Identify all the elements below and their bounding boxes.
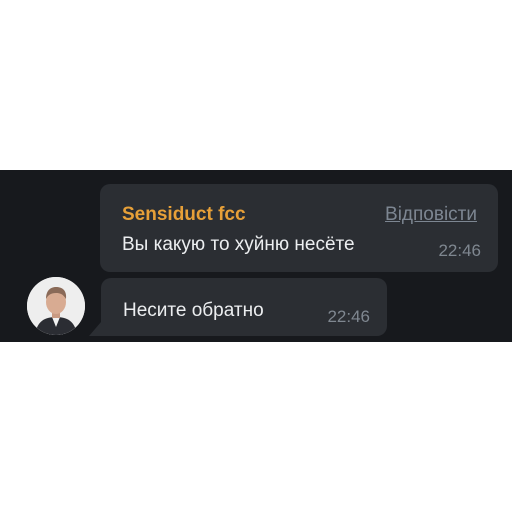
message-bubble[interactable]: Несите обратно 22:46	[89, 278, 387, 336]
user-photo-icon	[27, 277, 85, 335]
reply-button[interactable]: Відповісти	[385, 204, 477, 226]
chat-area: Sensiduct fcc Відповісти Вы какую то хуй…	[0, 170, 512, 342]
message-text: Несите обратно	[123, 300, 264, 321]
message-text: Вы какую то хуйню несёте	[122, 234, 355, 255]
sender-name[interactable]: Sensiduct fcc	[122, 204, 246, 226]
message-time: 22:46	[438, 241, 481, 260]
avatar[interactable]	[27, 277, 85, 335]
message-time: 22:46	[327, 307, 370, 326]
bubble-tail	[89, 322, 101, 336]
message-bubble[interactable]: Sensiduct fcc Відповісти Вы какую то хуй…	[100, 184, 498, 272]
